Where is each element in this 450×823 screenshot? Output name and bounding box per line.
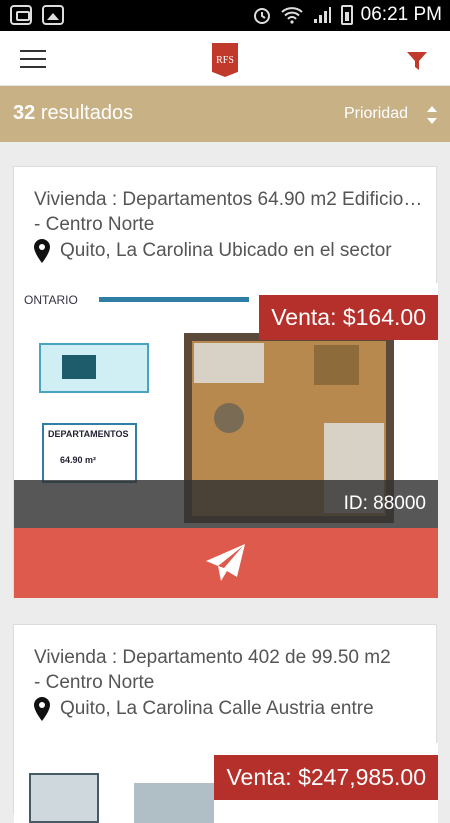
location-text: Quito, La Carolina Calle Austria entre <box>60 698 374 719</box>
listing-title-line1: Vivienda : Departamento 402 de 99.50 m2 <box>34 647 391 668</box>
listing-card[interactable]: Vivienda : Departamento 402 de 99.50 m2 … <box>13 624 438 823</box>
location-pin-icon <box>34 239 50 263</box>
listing-image[interactable]: Venta: $247,985.00 <box>14 743 438 823</box>
price-badge: Venta: $164.00 <box>259 295 438 340</box>
notification-message-icon <box>10 5 32 25</box>
battery-icon <box>340 5 353 25</box>
plan-brand: ONTARIO <box>24 293 78 307</box>
status-bar: 06:21 PM <box>0 0 450 31</box>
plan-area: 64.90 m² <box>60 455 97 465</box>
clock: 06:21 PM <box>360 4 442 25</box>
plan-thumb-block <box>134 783 214 823</box>
paper-plane-icon <box>206 544 245 581</box>
listing-id: ID: 88000 <box>343 493 426 514</box>
signal-icon <box>311 4 333 26</box>
listing-location: Quito, La Carolina Ubicado en el sector <box>34 239 424 263</box>
plan-kitchen <box>194 343 264 383</box>
plan-blue-stripe <box>99 297 249 302</box>
logo-text: RFS <box>216 54 234 66</box>
notification-image-icon <box>42 5 64 25</box>
results-number: 32 <box>13 102 36 124</box>
listing-card[interactable]: Vivienda : Departamentos 64.90 m2 Edific… <box>13 166 438 598</box>
plan-bed <box>314 345 359 385</box>
sort-arrows-icon[interactable] <box>426 106 438 124</box>
app-bar: RFS <box>0 31 450 86</box>
results-label: resultados <box>40 102 134 124</box>
results-count: 32 resultados <box>13 102 133 125</box>
location-pin-icon <box>34 697 50 721</box>
results-bar: 32 resultados Prioridad <box>0 86 450 142</box>
filter-icon[interactable] <box>406 50 428 72</box>
listing-title-line2: - Centro Norte <box>34 214 155 235</box>
plan-thumb <box>29 773 99 823</box>
listing-image[interactable]: ONTARIO DEPARTAMENTOS 64.90 m² Venta: $1… <box>14 283 438 528</box>
plan-table <box>214 403 244 433</box>
listing-title: Vivienda : Departamentos 64.90 m2 Edific… <box>34 187 424 237</box>
logo: RFS <box>212 43 238 77</box>
id-bar: ID: 88000 <box>14 480 438 528</box>
alarm-icon <box>251 4 273 26</box>
menu-icon[interactable] <box>20 50 46 68</box>
send-button[interactable] <box>14 528 438 598</box>
listing-location: Quito, La Carolina Calle Austria entre <box>34 697 424 721</box>
price-badge: Venta: $247,985.00 <box>214 755 438 800</box>
sort-select[interactable]: Prioridad <box>344 105 408 123</box>
listing-title-line2: - Centro Norte <box>34 672 155 693</box>
location-text: Quito, La Carolina Ubicado en el sector <box>60 240 392 261</box>
plan-map-block <box>62 355 96 379</box>
plan-caption: DEPARTAMENTOS <box>48 429 129 439</box>
listing-title: Vivienda : Departamento 402 de 99.50 m2 … <box>34 645 424 695</box>
wifi-icon <box>281 4 303 26</box>
listing-title-line1: Vivienda : Departamentos 64.90 m2 Edific… <box>34 189 424 210</box>
